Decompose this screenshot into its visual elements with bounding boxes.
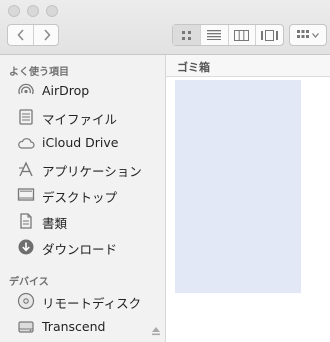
applications-icon bbox=[17, 160, 35, 178]
download-icon bbox=[17, 238, 35, 256]
icon-view-button[interactable] bbox=[173, 25, 201, 45]
sidebar-item-label: アプリケーション bbox=[42, 164, 142, 179]
list-view-button[interactable] bbox=[201, 25, 229, 45]
sidebar-item-airdrop[interactable]: AirDrop bbox=[0, 79, 165, 103]
sidebar-item-documents[interactable]: 書類 bbox=[0, 209, 165, 233]
zoom-button[interactable] bbox=[46, 5, 58, 17]
sidebar-item-label: iCloud Drive bbox=[42, 135, 119, 150]
content-area[interactable]: ゴミ箱 bbox=[166, 55, 330, 342]
arrange-grid-icon bbox=[297, 30, 309, 38]
sidebar-item-label: ダウンロード bbox=[42, 242, 118, 257]
icon-view-icon bbox=[181, 30, 191, 40]
selection-rectangle bbox=[175, 80, 301, 293]
minimize-button[interactable] bbox=[27, 5, 39, 17]
sidebar-item-all-my-files[interactable]: マイファイル bbox=[0, 105, 165, 129]
eject-icon[interactable] bbox=[151, 321, 161, 340]
nav-buttons bbox=[7, 24, 59, 46]
documents-icon bbox=[17, 212, 35, 230]
close-button[interactable] bbox=[8, 5, 20, 17]
disc-icon bbox=[17, 292, 35, 310]
all-my-files-icon bbox=[17, 108, 35, 126]
view-mode-selector bbox=[172, 24, 284, 46]
sidebar-item-label: AirDrop bbox=[42, 83, 90, 98]
sidebar-item-label: マイファイル bbox=[42, 112, 118, 127]
sidebar-item-downloads[interactable]: ダウンロード bbox=[0, 235, 165, 259]
sidebar-item-label: デスクトップ bbox=[42, 190, 118, 205]
sidebar-item-transcend[interactable]: Transcend bbox=[0, 315, 165, 339]
cloud-icon bbox=[17, 134, 35, 152]
sidebar-item-remote-disc[interactable]: リモートディスク bbox=[0, 289, 165, 313]
path-header: ゴミ箱 bbox=[166, 55, 330, 77]
chevron-down-icon bbox=[312, 32, 319, 38]
coverflow-view-button[interactable] bbox=[256, 25, 283, 45]
folder-title: ゴミ箱 bbox=[177, 61, 210, 74]
finder-window: よく使う項目 AirDrop マイファイル iCloud Drive アプリケー… bbox=[0, 0, 330, 342]
sidebar-item-label: Transcend bbox=[42, 319, 106, 334]
sidebar-item-label: リモートディスク bbox=[42, 296, 142, 311]
column-view-icon bbox=[234, 29, 250, 41]
desktop-icon bbox=[17, 186, 35, 204]
chevron-left-icon bbox=[16, 29, 24, 41]
forward-button[interactable] bbox=[34, 25, 59, 45]
sidebar-item-applications[interactable]: アプリケーション bbox=[0, 157, 165, 181]
arrange-button[interactable] bbox=[289, 24, 327, 46]
airdrop-icon bbox=[17, 82, 35, 100]
devices-section-title: デバイス bbox=[9, 277, 49, 288]
sidebar-item-desktop[interactable]: デスクトップ bbox=[0, 183, 165, 207]
column-view-button[interactable] bbox=[229, 25, 257, 45]
sidebar: よく使う項目 AirDrop マイファイル iCloud Drive アプリケー… bbox=[0, 55, 166, 342]
drive-icon bbox=[17, 318, 35, 336]
sidebar-item-label: 書類 bbox=[42, 216, 68, 231]
favorites-section-title: よく使う項目 bbox=[9, 67, 69, 78]
chevron-right-icon bbox=[43, 29, 51, 41]
list-view-icon bbox=[207, 30, 222, 40]
toolbar bbox=[0, 0, 330, 55]
coverflow-view-icon bbox=[261, 29, 279, 41]
back-button[interactable] bbox=[8, 25, 34, 45]
sidebar-item-icloud-drive[interactable]: iCloud Drive bbox=[0, 131, 165, 155]
